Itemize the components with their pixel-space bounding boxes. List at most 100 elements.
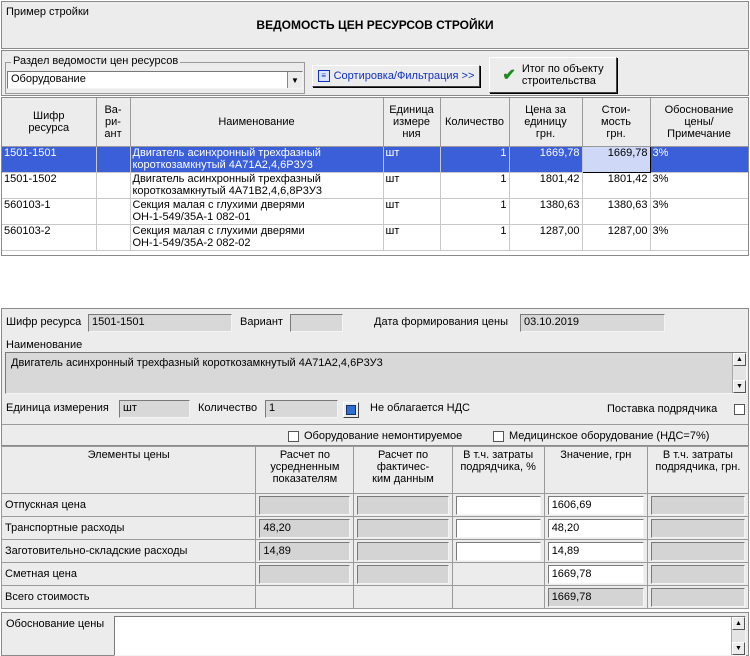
row-unit: шт [383,172,441,199]
value-input[interactable]: 1669,78 [547,564,644,584]
row-qty: 1 [440,198,510,225]
scroll-up-icon[interactable]: ▲ [732,617,745,630]
section-select-value: Оборудование [11,73,86,85]
col-note-header[interactable]: Обоснование цены/Примечание [650,98,748,147]
table-row[interactable]: 1501-1501 Двигатель асинхронный трехфазн… [2,145,748,173]
value-input[interactable]: 1606,69 [547,495,644,515]
pct-input[interactable] [455,541,541,561]
price-elements-table: Элементы цены Расчет по усредненным показа… [0,446,750,609]
row-unit: шт [383,224,441,251]
medical-label: Медицинское оборудование (НДС=7%) [509,430,710,442]
row-code: 1501-1501 [2,146,97,173]
section-group-label: Раздел ведомости цен ресурсов [11,55,181,67]
fact-cell[interactable] [357,518,449,538]
edit-qty-button[interactable] [343,402,359,418]
scroll-up-icon[interactable]: ▲ [733,353,746,366]
col-qty-header[interactable]: Количество [440,98,510,147]
vat-label: Не облагается НДС [370,402,470,414]
value-input[interactable]: 14,89 [547,541,644,561]
chevron-down-icon[interactable]: ▼ [287,72,302,88]
table-row[interactable]: 560103-2 Секция малая с глухими дверями О… [2,224,748,251]
name-scrollbar[interactable]: ▲ ▼ [732,353,746,393]
elements-header: Элементы цены [0,446,257,494]
col-variant-header[interactable]: Ва-ри-ант [96,98,131,147]
variant-label: Вариант [240,316,283,328]
price-row: Отпускная цена 1606,69 [0,493,750,517]
price-row: Транспортные расходы 48,20 48,20 [0,516,750,540]
code-field[interactable]: 1501-1501 [88,314,232,332]
row-cost: 1669,78 [581,145,651,173]
pct-input[interactable] [455,495,541,515]
row-qty: 1 [440,172,510,199]
scroll-down-icon[interactable]: ▼ [733,380,746,393]
contractor-cell[interactable] [650,541,745,561]
sort-filter-button[interactable]: ≡ Сортировка/Фильтрация >> [312,65,480,87]
row-name: Секция малая с глухими дверями ОН-1-549/3… [130,198,384,225]
contractor-cell[interactable] [650,495,745,515]
total-button-line2: строительства [521,75,596,87]
fact-cell[interactable] [357,564,449,584]
price-row: Сметная цена 1669,78 [0,562,750,586]
price-header-row: Элементы цены Расчет по усредненным показа… [0,446,750,494]
avg-cell[interactable]: 48,20 [259,518,351,538]
scroll-down-icon[interactable]: ▼ [732,642,745,655]
table-row[interactable]: 560103-1 Секция малая с глухими дверями О… [2,198,748,225]
resource-grid[interactable]: Шифр ресурса Ва-ри-ант Наименование Едини… [1,97,749,256]
name-textarea[interactable]: Двигатель асинхронный трехфазный коротко… [5,352,747,394]
row-price: 1801,42 [509,172,583,199]
contractor-supply-label: Поставка подрядчика [607,403,718,415]
avg-cell[interactable]: 14,89 [259,541,351,561]
col-unit-header[interactable]: Единица измере ния [383,98,441,147]
medical-checkbox[interactable] [493,431,504,442]
row-note: 3% [650,198,748,225]
col-cost-header[interactable]: Стои-мость грн. [582,98,651,147]
pct-input[interactable] [455,518,541,538]
not-mounted-label: Оборудование немонтируемое [304,430,463,442]
fact-calc-header: Расчет по фактичес-ким данным [353,446,453,494]
col-price-header[interactable]: Цена за единицу грн. [509,98,583,147]
contractor-cell[interactable] [650,564,745,584]
total-object-button[interactable]: ✔ Итог по объекту строительства [489,57,617,93]
contractor-pct-header: В т.ч. затраты подрядчика, % [451,446,545,494]
unit-label: Единица измерения [6,402,109,414]
row-name: Секция малая с глухими дверями ОН-1-549/3… [130,224,384,251]
row-cost: 1287,00 [582,224,651,251]
contractor-cell[interactable] [650,587,745,607]
total-button-line1: Итог по объекту [521,63,604,75]
price-row-label: Заготовительно-складские расходы [0,539,257,563]
date-field[interactable]: 03.10.2019 [520,314,665,332]
header-panel: Пример стройки ВЕДОМОСТЬ ЦЕН РЕСУРСОВ СТ… [1,1,749,49]
justification-textarea[interactable]: ▲ ▼ [114,616,746,656]
contractor-cell[interactable] [650,518,745,538]
row-unit: шт [383,198,441,225]
row-name: Двигатель асинхронный трехфазный короткоз… [130,172,384,199]
price-row-label: Транспортные расходы [0,516,257,540]
col-code-header[interactable]: Шифр ресурса [2,98,97,147]
value-input[interactable]: 48,20 [547,518,644,538]
fact-cell[interactable] [357,541,449,561]
table-row[interactable]: 1501-1502 Двигатель асинхронный трехфазн… [2,172,748,199]
row-price: 1380,63 [509,198,583,225]
avg-cell[interactable] [259,564,351,584]
price-row-label: Отпускная цена [0,493,257,517]
variant-field[interactable] [290,314,343,332]
contractor-supply-checkbox[interactable] [734,404,745,415]
justification-panel: Обоснование цены ▲ ▼ [1,612,749,656]
sort-filter-icon: ≡ [317,70,330,82]
justification-scrollbar[interactable]: ▲ ▼ [731,617,745,655]
total-value-cell: 1669,78 [547,587,644,607]
page-title: ВЕДОМОСТЬ ЦЕН РЕСУРСОВ СТРОЙКИ [256,18,494,32]
col-name-header[interactable]: Наименование [130,98,384,147]
divider [2,424,748,425]
fact-cell[interactable] [357,495,449,515]
unit-field[interactable]: шт [119,400,190,418]
date-label: Дата формирования цены [374,316,508,328]
row-cost: 1380,63 [582,198,651,225]
qty-field[interactable]: 1 [265,400,338,418]
not-mounted-checkbox[interactable] [288,431,299,442]
section-panel: Раздел ведомости цен ресурсов Оборудован… [1,50,749,96]
section-select[interactable]: Оборудование ▼ [7,71,303,89]
value-header: Значение, грн [543,446,648,494]
avg-cell[interactable] [259,495,351,515]
row-variant [96,198,131,225]
